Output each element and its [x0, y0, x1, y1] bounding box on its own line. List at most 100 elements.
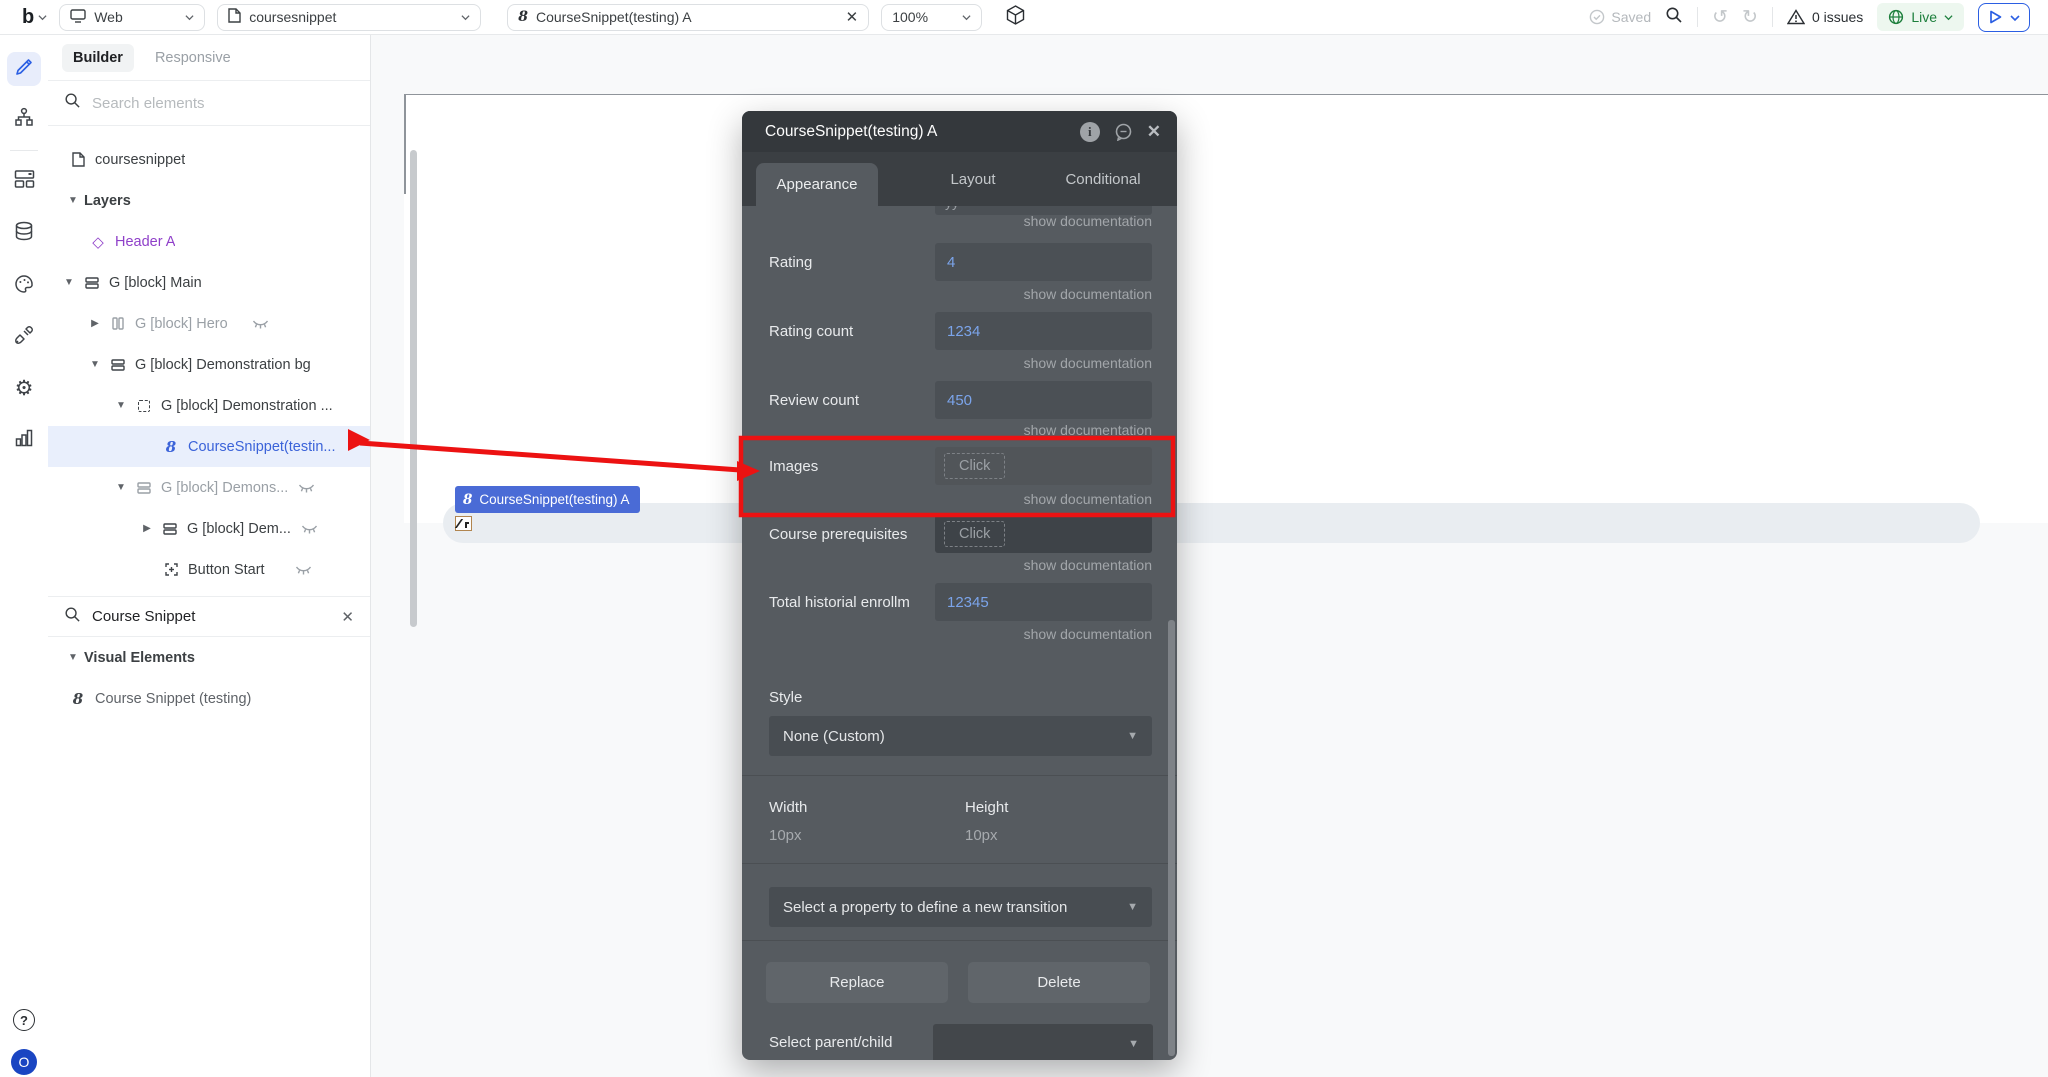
width-value[interactable]: 10px: [769, 827, 802, 844]
field-input-images[interactable]: Click: [935, 447, 1152, 485]
visual-elements-group[interactable]: ▼ Visual Elements: [48, 637, 370, 678]
tab-appearance[interactable]: Appearance: [756, 163, 878, 206]
show-documentation-link[interactable]: show documentation: [1024, 491, 1152, 507]
selected-element-badge[interactable]: 8 CourseSnippet(testing) A: [455, 486, 640, 513]
issues-button[interactable]: 0 issues: [1786, 9, 1863, 25]
redo-icon[interactable]: ↻: [1742, 8, 1758, 27]
field-input-rating-count[interactable]: 1234: [935, 312, 1152, 350]
field-input-total-enrollment[interactable]: 12345: [935, 583, 1152, 621]
show-documentation-link[interactable]: show documentation: [1024, 422, 1152, 438]
tree-row-demonstration-bg[interactable]: ▼ G [block] Demonstration bg: [48, 344, 370, 385]
delete-button[interactable]: Delete: [968, 962, 1150, 1003]
data-button[interactable]: [7, 216, 41, 250]
tree-row-demons[interactable]: ▼ G [block] Demons...: [48, 467, 370, 508]
tab-conditional[interactable]: Conditional: [1038, 152, 1168, 206]
close-tab-icon[interactable]: ✕: [846, 8, 859, 26]
selected-element-area[interactable]: [443, 503, 1980, 543]
theme-button[interactable]: [7, 269, 41, 303]
clear-search-icon[interactable]: ✕: [341, 608, 354, 626]
help-button[interactable]: ?: [7, 1003, 41, 1037]
chevron-expanded-icon[interactable]: ▼: [114, 482, 128, 493]
field-input-rating[interactable]: 4: [935, 243, 1152, 281]
tree-row-main[interactable]: ▼ G [block] Main: [48, 262, 370, 303]
show-documentation-link[interactable]: show documentation: [1024, 626, 1152, 642]
selected-element-badge-label: CourseSnippet(testing) A: [479, 492, 630, 507]
comment-icon[interactable]: [1114, 123, 1133, 141]
tree-row-page[interactable]: coursesnippet: [48, 139, 370, 180]
zoom-select[interactable]: 100%: [881, 3, 983, 31]
close-icon[interactable]: ✕: [1147, 122, 1161, 142]
chevron-expanded-icon[interactable]: ▼: [62, 277, 76, 288]
settings-button[interactable]: ⚙: [7, 371, 41, 405]
tree-row-demonstration[interactable]: ▼ G [block] Demonstration ...: [48, 385, 370, 426]
search-elements-input[interactable]: [92, 94, 322, 112]
click-to-edit-button[interactable]: Click: [944, 521, 1006, 547]
chevron-down-icon: [1944, 13, 1953, 22]
tab-layout[interactable]: Layout: [908, 152, 1038, 206]
component-list-item[interactable]: 8 Course Snippet (testing): [48, 678, 370, 719]
integrations-button[interactable]: [7, 320, 41, 354]
device-select[interactable]: Web: [59, 3, 206, 31]
globe-icon: [1889, 9, 1904, 25]
click-to-edit-button[interactable]: Click: [944, 453, 1006, 479]
chevron-expanded-icon[interactable]: ▼: [114, 400, 128, 411]
tree-row-layers[interactable]: ▼ Layers: [48, 180, 370, 221]
blocks-button[interactable]: [7, 164, 41, 198]
page-frame[interactable]: [404, 94, 2048, 523]
show-documentation-link[interactable]: show documentation: [1024, 355, 1152, 371]
panel-tabbar: Appearance Layout Conditional: [742, 152, 1177, 206]
info-icon[interactable]: i: [1079, 121, 1100, 142]
panel-divider: [742, 775, 1177, 776]
style-select[interactable]: None (Custom) ▼: [769, 716, 1152, 756]
visibility-off-icon[interactable]: [298, 482, 315, 494]
chevron-collapsed-icon[interactable]: ▶: [88, 318, 102, 329]
preview-button[interactable]: [1978, 2, 2030, 32]
undo-icon[interactable]: ↺: [1712, 8, 1728, 27]
chevron-expanded-icon[interactable]: ▼: [66, 195, 80, 206]
visibility-off-icon[interactable]: [252, 318, 269, 330]
layers-scrollbar[interactable]: [410, 150, 417, 627]
tab-responsive[interactable]: Responsive: [144, 44, 242, 72]
open-component-tab[interactable]: 8 CourseSnippet(testing) A ✕: [507, 3, 870, 31]
chevron-expanded-icon[interactable]: ▼: [66, 652, 80, 663]
parent-child-select[interactable]: ▼: [933, 1024, 1153, 1060]
field-input-review-count[interactable]: 450: [935, 381, 1152, 419]
panel-header[interactable]: CourseSnippet(testing) A i ✕: [742, 111, 1177, 152]
show-documentation-link[interactable]: show documentation: [1024, 557, 1152, 573]
chevron-collapsed-icon[interactable]: ▶: [140, 523, 154, 534]
page-select[interactable]: coursesnippet: [217, 3, 482, 31]
edit-mode-button[interactable]: [7, 52, 41, 86]
user-avatar[interactable]: O: [7, 1045, 41, 1077]
zoom-select-value: 100%: [892, 9, 929, 25]
visibility-off-icon[interactable]: [301, 523, 318, 535]
tree-row-header-a[interactable]: ◇ Header A: [48, 221, 370, 262]
component-search-input[interactable]: [92, 608, 302, 625]
tab-builder[interactable]: Builder: [62, 43, 134, 72]
rows-block-icon: [160, 522, 180, 535]
panel-scrollbar[interactable]: [1168, 620, 1175, 1056]
tree-row-label: Layers: [84, 192, 131, 209]
broken-image-icon[interactable]: [454, 516, 472, 531]
toolbar-divider: [1697, 7, 1699, 27]
field-label-course-prerequisites: Course prerequisites: [769, 526, 908, 543]
show-documentation-link[interactable]: show documentation: [1024, 286, 1152, 302]
chevron-expanded-icon[interactable]: ▼: [88, 359, 102, 370]
insights-button[interactable]: [7, 423, 41, 457]
builder-logo[interactable]: b: [22, 6, 34, 29]
transition-select[interactable]: Select a property to define a new transi…: [769, 887, 1152, 927]
field-input-course-prerequisites[interactable]: Click: [935, 515, 1152, 553]
height-value[interactable]: 10px: [965, 827, 998, 844]
visibility-off-icon[interactable]: [295, 564, 312, 576]
tree-row-dem[interactable]: ▶ G [block] Dem...: [48, 508, 370, 549]
tree-row-hero[interactable]: ▶ G [block] Hero: [48, 303, 370, 344]
live-environment-select[interactable]: Live: [1877, 3, 1964, 31]
search-icon[interactable]: [1665, 6, 1683, 29]
logo-chevron-down-icon[interactable]: [38, 13, 47, 22]
sitemap-button[interactable]: [7, 102, 41, 136]
canvas[interactable]: 8 CourseSnippet(testing) A: [371, 35, 2048, 1077]
tree-row-button-start[interactable]: Button Start: [48, 549, 370, 590]
show-documentation-link[interactable]: show documentation: [1024, 213, 1152, 229]
cube-icon[interactable]: [1006, 4, 1025, 30]
replace-button[interactable]: Replace: [766, 962, 948, 1003]
tree-row-coursesnippet-selected[interactable]: 8 CourseSnippet(testin...: [48, 426, 370, 467]
